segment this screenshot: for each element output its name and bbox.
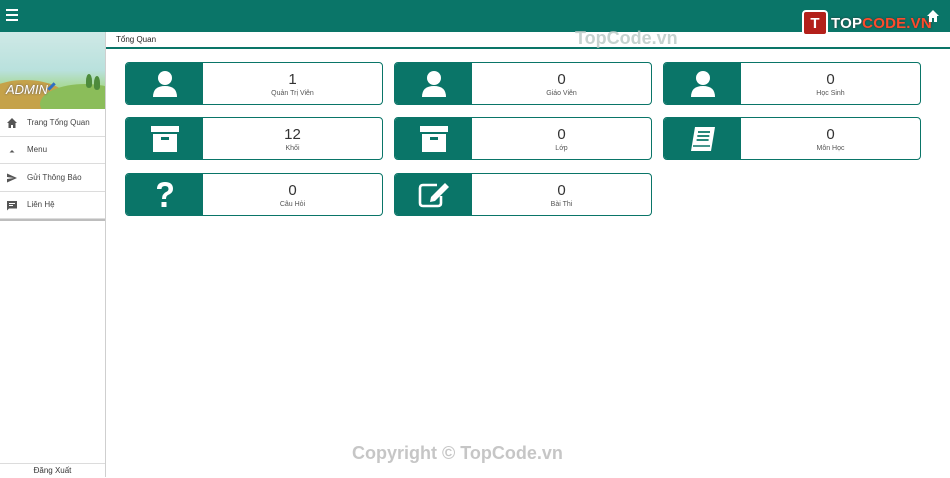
card-teachers[interactable]: 0 Giáo Viên [394, 62, 652, 105]
top-app-bar: T TOPCODE.VN [0, 0, 950, 36]
breadcrumb-divider [106, 47, 950, 49]
archive-icon [150, 125, 179, 152]
card-exams[interactable]: 0 Bài Thi [394, 173, 652, 216]
card-value: 0 [826, 71, 835, 88]
message-icon [7, 200, 17, 210]
admin-label: ADMIN [6, 82, 48, 97]
sidebar-item-label: Menu [27, 145, 48, 155]
home-icon[interactable] [926, 9, 940, 23]
breadcrumb: Tổng Quan [116, 35, 157, 44]
card-label: Học Sinh [816, 90, 845, 97]
card-grades[interactable]: 12 Khối [125, 117, 383, 160]
sidebar: ADMIN Trang Tổng Quan Menu Gửi Thông Báo… [0, 32, 106, 477]
card-value: 0 [826, 126, 835, 143]
send-icon [7, 173, 17, 183]
card-value: 12 [284, 126, 301, 143]
card-icon-box [395, 63, 472, 104]
card-value: 0 [557, 182, 566, 199]
card-icon-box [395, 118, 472, 159]
edit-icon [418, 182, 449, 207]
logo-text: TOPCODE.VN [831, 15, 932, 32]
card-label: Bài Thi [550, 201, 573, 208]
hamburger-menu-icon[interactable] [6, 9, 18, 23]
card-icon-box [395, 174, 472, 215]
card-icon-box [664, 118, 741, 159]
sidebar-item-menu[interactable]: Menu [0, 137, 105, 164]
card-icon-box [126, 174, 203, 215]
book-icon [690, 126, 715, 151]
sidebar-item-send-notification[interactable]: Gửi Thông Báo [0, 164, 105, 192]
logo-text-top: TOP [831, 14, 863, 32]
card-value: 0 [557, 71, 566, 88]
card-value: 1 [288, 71, 297, 88]
card-icon-box [664, 63, 741, 104]
sidebar-item-label: Trang Tổng Quan [27, 117, 90, 127]
card-label: Lớp [555, 145, 568, 152]
archive-icon [419, 125, 448, 152]
question-icon [156, 181, 173, 207]
caret-up-icon [9, 149, 15, 152]
sidebar-item-label: Gửi Thông Báo [27, 172, 82, 182]
user-icon [152, 70, 177, 97]
logout-button[interactable]: Đăng Xuất [0, 463, 105, 477]
topcode-logo: T TOPCODE.VN [802, 9, 932, 37]
home-icon [7, 118, 17, 128]
card-label: Môn Học [816, 145, 845, 152]
card-icon-box [126, 63, 203, 104]
banner-tree [86, 74, 92, 88]
card-classes[interactable]: 0 Lớp [394, 117, 652, 160]
sidebar-item-contact[interactable]: Liên Hệ [0, 192, 105, 219]
sidebar-item-label: Liên Hệ [27, 200, 55, 210]
card-icon-box [126, 118, 203, 159]
card-admins[interactable]: 1 Quản Trị Viên [125, 62, 383, 105]
logo-text-code: CODE.VN [862, 14, 932, 32]
user-icon [421, 70, 446, 97]
admin-banner: ADMIN [0, 32, 105, 109]
card-label: Khối [285, 145, 300, 152]
card-label: Giáo Viên [546, 90, 577, 97]
card-value: 0 [288, 182, 297, 199]
watermark-bottom: Copyright © TopCode.vn [352, 443, 563, 463]
sidebar-item-dashboard[interactable]: Trang Tổng Quan [0, 109, 105, 137]
sidebar-divider [0, 219, 105, 221]
card-questions[interactable]: 0 Câu Hỏi [125, 173, 383, 216]
card-subjects[interactable]: 0 Môn Học [663, 117, 921, 160]
banner-tree [94, 76, 100, 90]
watermark-top: TopCode.vn [575, 28, 678, 48]
logo-badge: T [802, 10, 828, 36]
card-label: Câu Hỏi [279, 201, 306, 208]
user-icon [690, 70, 715, 97]
card-value: 0 [557, 126, 566, 143]
card-students[interactable]: 0 Học Sinh [663, 62, 921, 105]
card-label: Quản Trị Viên [271, 90, 314, 97]
